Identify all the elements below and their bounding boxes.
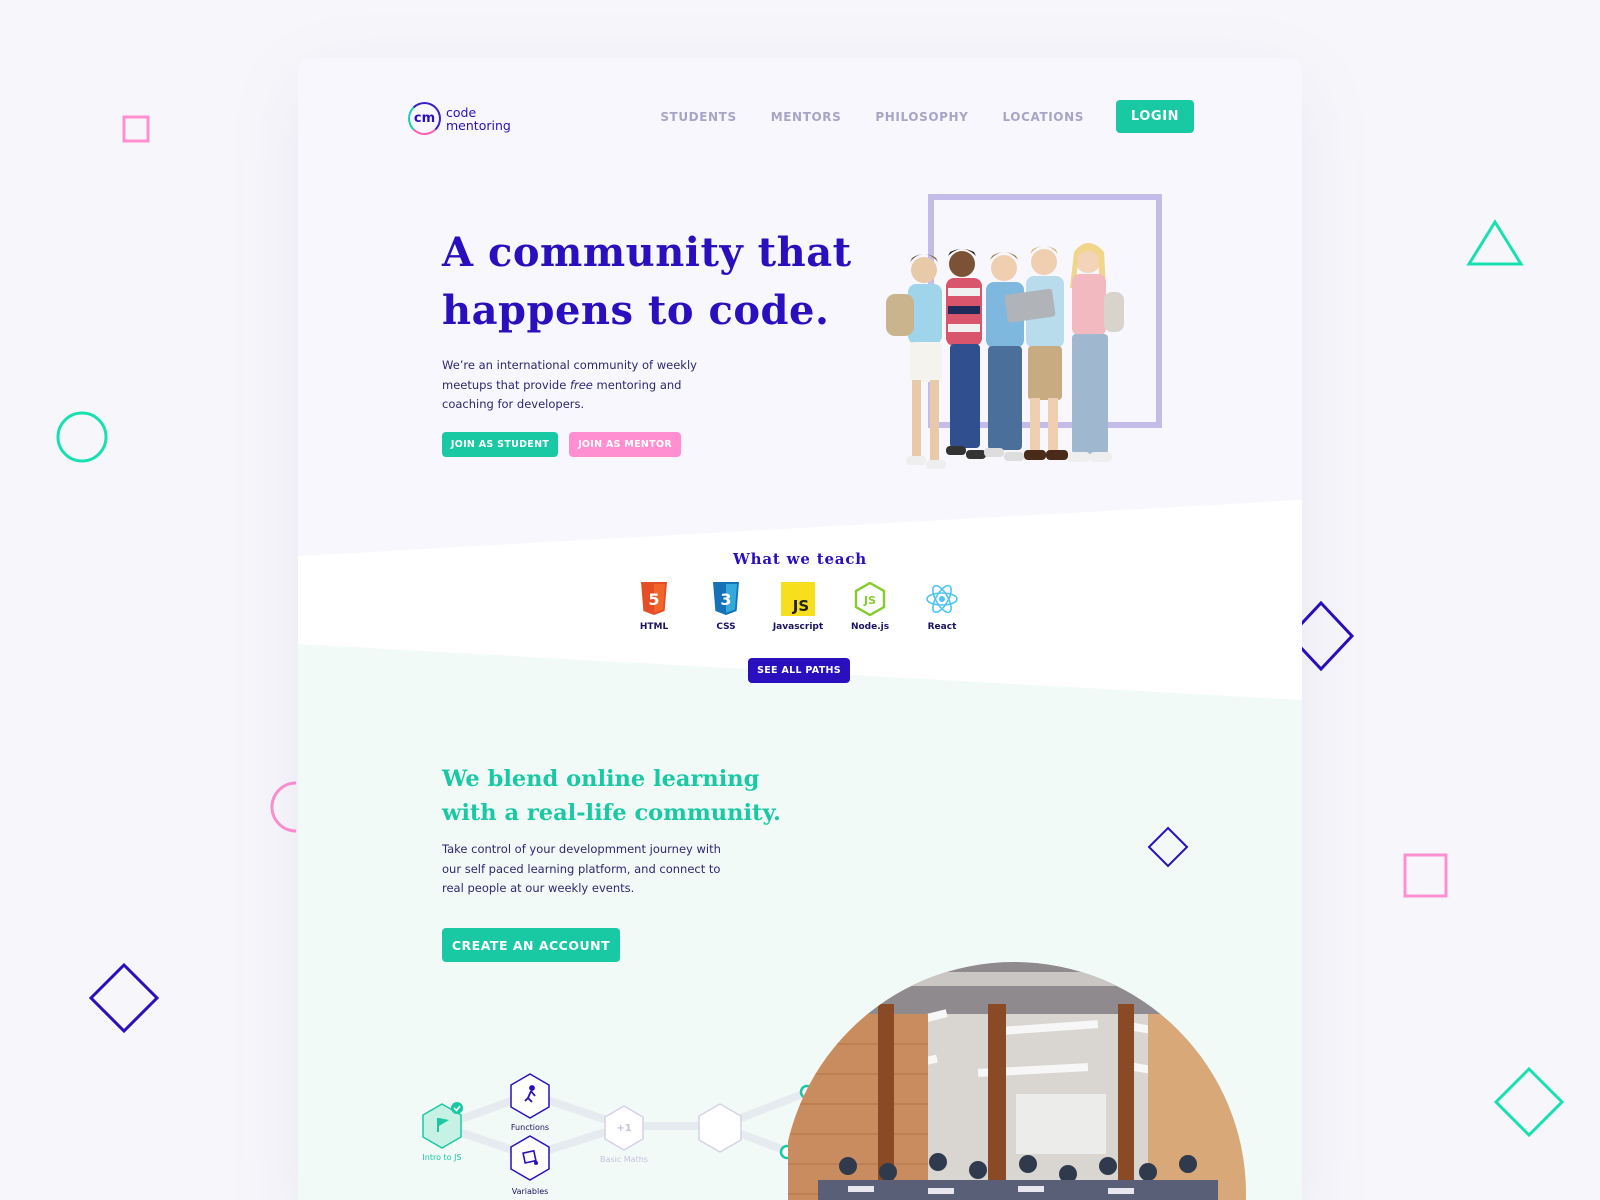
logo-text: code mentoring	[446, 106, 511, 132]
tech-label-javascript: Javascript	[772, 622, 824, 632]
svg-text:JS: JS	[863, 594, 876, 607]
svg-text:3: 3	[720, 590, 731, 609]
landing-page-card: cm code mentoring STUDENTS MENTORS PHILO…	[298, 58, 1302, 1200]
join-as-student-button[interactable]: JOIN AS STUDENT	[442, 432, 558, 457]
nav-link-philosophy[interactable]: PHILOSOPHY	[875, 110, 968, 124]
hero-title: A community that happens to code.	[442, 224, 862, 340]
javascript-icon: JS	[781, 582, 815, 616]
students-group-photo	[886, 243, 1124, 469]
logo-mark: cm	[408, 102, 441, 135]
plus-one-icon: +1	[616, 1123, 631, 1134]
html5-icon: 5	[641, 582, 667, 615]
tech-react[interactable]: React	[906, 582, 978, 632]
hero-description: We’re an international community of week…	[442, 356, 712, 415]
login-button[interactable]: LOGIN	[1116, 100, 1194, 133]
tech-javascript[interactable]: JS Javascript	[762, 582, 834, 632]
nav-link-locations[interactable]: LOCATIONS	[1002, 110, 1084, 124]
see-all-paths-button[interactable]: SEE ALL PATHS	[748, 658, 850, 683]
path-node-variables[interactable]: Variables	[510, 1135, 550, 1196]
path-node-label-intro: Intro to JS	[422, 1153, 461, 1162]
path-node-functions[interactable]: Functions	[510, 1073, 550, 1132]
nav-links: STUDENTS MENTORS PHILOSOPHY LOCATIONS	[660, 110, 1084, 124]
hexagon-icon	[698, 1103, 742, 1153]
top-navigation: cm code mentoring STUDENTS MENTORS PHILO…	[408, 100, 1194, 135]
logo-line-2: mentoring	[446, 117, 511, 133]
path-node-label-variables: Variables	[512, 1187, 549, 1196]
nav-link-mentors[interactable]: MENTORS	[771, 110, 842, 124]
tech-list: 5 HTML 3 CSS JS Javascript JS Node.js Re…	[618, 582, 978, 632]
teal-triangle-deco	[1466, 219, 1524, 266]
blend-title-line-2: with a real-life community.	[442, 800, 781, 826]
blue-diamond-deco-2	[88, 962, 160, 1034]
learning-path-graph: Intro to JS Functions Variables +1 Basic…	[422, 1073, 815, 1196]
teal-diamond-deco	[1493, 1066, 1565, 1138]
path-node-locked[interactable]	[698, 1103, 742, 1153]
tech-nodejs[interactable]: JS Node.js	[834, 582, 906, 632]
tech-label-react: React	[927, 622, 957, 632]
join-as-mentor-button[interactable]: JOIN AS MENTOR	[569, 432, 681, 457]
tech-label-nodejs: Node.js	[850, 622, 890, 632]
create-account-button[interactable]: CREATE AN ACCOUNT	[442, 928, 620, 962]
tech-html[interactable]: 5 HTML	[618, 582, 690, 632]
teal-circle-deco	[56, 411, 108, 463]
css3-icon: 3	[713, 582, 739, 615]
code-mentoring-logo[interactable]: cm code mentoring	[408, 102, 511, 135]
classroom-photo	[788, 962, 1246, 1200]
blend-title: We blend online learning with a real-lif…	[442, 762, 802, 830]
blend-title-line-1: We blend online learning	[442, 766, 760, 792]
nav-link-students[interactable]: STUDENTS	[660, 110, 736, 124]
pink-square-deco-2	[1403, 853, 1448, 898]
what-we-teach-title: What we teach	[733, 550, 867, 568]
tech-label-css: CSS	[716, 622, 736, 632]
svg-text:JS: JS	[792, 597, 809, 615]
tech-css[interactable]: 3 CSS	[690, 582, 762, 632]
path-node-label-functions: Functions	[511, 1123, 549, 1132]
hero-desc-emphasis: free	[569, 377, 593, 392]
tech-label-html: HTML	[639, 622, 669, 632]
react-icon	[926, 584, 958, 614]
path-node-intro-to-js[interactable]: Intro to JS	[422, 1102, 463, 1162]
logo-line-1: code	[446, 104, 477, 120]
hero-title-line-1: A community that	[442, 229, 852, 276]
path-node-basic-maths[interactable]: +1 Basic Maths	[600, 1105, 648, 1164]
hero-title-line-2: happens to code.	[442, 287, 830, 334]
pink-square-deco	[122, 115, 150, 143]
svg-text:5: 5	[648, 590, 659, 609]
path-node-label-basic-maths: Basic Maths	[600, 1155, 648, 1164]
blue-diamond-inner-deco	[1147, 826, 1189, 868]
blend-description: Take control of your developmment journe…	[442, 842, 721, 895]
nodejs-icon: JS	[854, 582, 886, 616]
